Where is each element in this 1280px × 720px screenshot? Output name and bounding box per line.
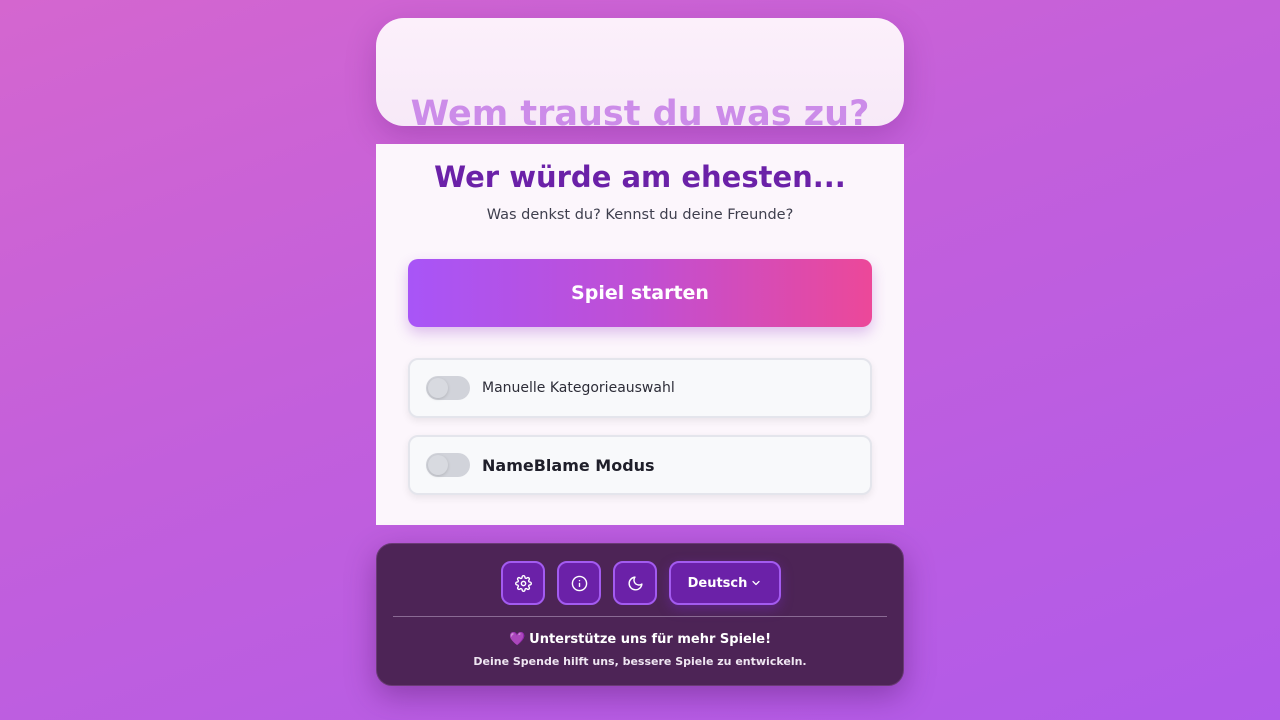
dark-mode-button[interactable]: [613, 561, 657, 605]
nameblame-switch[interactable]: [426, 453, 470, 477]
nameblame-label: NameBlame Modus: [482, 455, 655, 475]
settings-icon: [514, 574, 532, 592]
start-game-button[interactable]: Spiel starten: [408, 259, 872, 327]
footer: Deutsch 💜 Unterstütze uns für mehr Spiele…: [376, 543, 904, 686]
manual-category-toggle-row[interactable]: Manuelle Kategorieauswahl: [408, 358, 872, 418]
banner-title: Wem traust du was zu?: [410, 94, 870, 126]
language-select[interactable]: Deutsch: [669, 561, 781, 605]
manual-category-label: Manuelle Kategorieauswahl: [482, 380, 675, 396]
page-subtitle: Was denkst du? Kennst du deine Freunde?: [486, 207, 794, 223]
language-label: Deutsch: [687, 575, 748, 591]
heart-icon: 💜: [508, 632, 526, 647]
settings-button[interactable]: [501, 561, 545, 605]
manual-category-switch[interactable]: [426, 376, 470, 400]
switch-knob: [428, 455, 448, 475]
page-title: Wer würde am ehesten...: [434, 160, 846, 194]
switch-knob: [428, 378, 448, 398]
chevron-down-icon: [752, 580, 761, 586]
top-banner: Wem traust du was zu?: [376, 18, 904, 126]
support-subtitle: Deine Spende hilft uns, bessere Spiele z…: [473, 655, 807, 668]
support-title[interactable]: 💜 Unterstütze uns für mehr Spiele!: [377, 632, 903, 647]
main-card: Wer würde am ehesten... Was denkst du? K…: [376, 144, 904, 525]
moon-icon: [628, 575, 643, 590]
nameblame-toggle-row[interactable]: NameBlame Modus: [408, 435, 872, 495]
info-icon: [571, 575, 587, 591]
support-title-text: Unterstütze uns für mehr Spiele!: [529, 632, 772, 647]
footer-divider: [393, 616, 887, 617]
info-button[interactable]: [557, 561, 601, 605]
